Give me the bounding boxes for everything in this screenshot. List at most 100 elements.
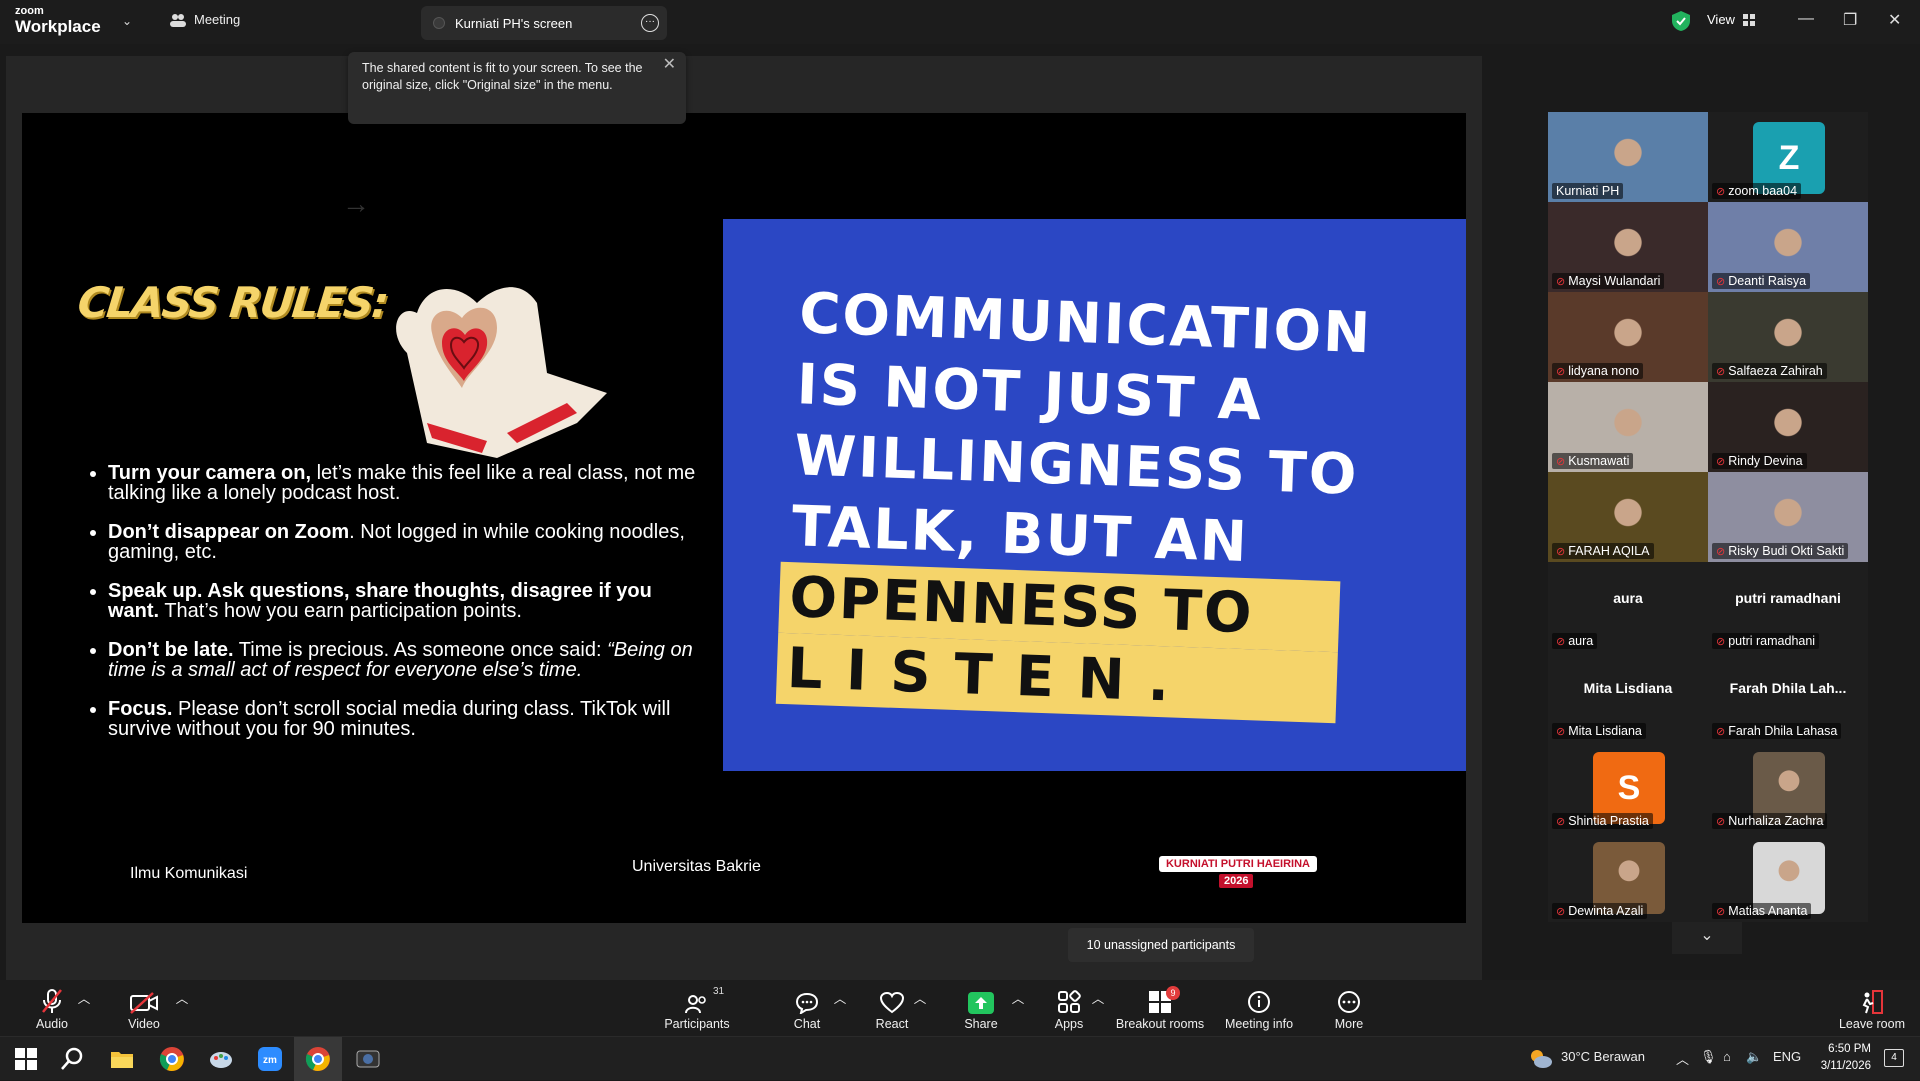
restore-icon[interactable]: ❐ bbox=[1843, 10, 1857, 30]
participant-tile[interactable]: ⊘ Salfaeza Zahirah bbox=[1708, 292, 1868, 382]
participant-tile[interactable]: ⊘ Kusmawati bbox=[1548, 382, 1708, 472]
participant-name-label: ⊘ zoom baa04 bbox=[1712, 183, 1802, 199]
mic-muted-icon: ⊘ bbox=[1556, 365, 1566, 378]
participant-name-label: ⊘ Shintia Prastia bbox=[1552, 813, 1653, 829]
view-button[interactable]: View bbox=[1707, 12, 1755, 27]
participant-name-label: ⊘ Rindy Devina bbox=[1712, 453, 1807, 469]
communication-quote: COMMUNICATION IS NOT JUST A WILLINGNESS … bbox=[775, 278, 1420, 725]
participant-name-label: Kurniati PH bbox=[1552, 183, 1624, 199]
mic-muted-icon: ⊘ bbox=[1556, 545, 1566, 558]
weather-cloud-icon[interactable] bbox=[1528, 1046, 1554, 1072]
meeting-toolbar: Audio ︿ Video ︿ Participants 31 Chat ︿ R… bbox=[0, 980, 1920, 1036]
windows-start-icon[interactable] bbox=[13, 1046, 39, 1072]
participant-tile[interactable]: ⊘ Risky Budi Okti Sakti bbox=[1708, 472, 1868, 562]
participant-tile[interactable]: ⊘ Rindy Devina bbox=[1708, 382, 1868, 472]
participant-tile[interactable]: Z ⊘ zoom baa04 bbox=[1708, 112, 1868, 202]
more-options-icon[interactable]: ··· bbox=[641, 14, 659, 32]
shared-screen-area: → CLASS RULES: Turn your camera on, let’… bbox=[6, 56, 1482, 980]
zoom-app-icon[interactable]: zm bbox=[257, 1046, 283, 1072]
zoom-workplace-logo[interactable]: zoom Workplace bbox=[15, 6, 101, 36]
paint-app-icon[interactable] bbox=[208, 1046, 234, 1072]
presentation-slide: → CLASS RULES: Turn your camera on, let’… bbox=[22, 113, 1466, 923]
chrome-icon[interactable] bbox=[159, 1046, 185, 1072]
leave-room-button[interactable]: Leave room bbox=[1832, 988, 1912, 1031]
participant-display-name: aura bbox=[1613, 590, 1643, 606]
mic-muted-icon: ⊘ bbox=[1556, 635, 1566, 648]
participants-icon bbox=[685, 995, 706, 1014]
weather-text[interactable]: 30°C Berawan bbox=[1561, 1049, 1645, 1064]
windows-taskbar: zm 30°C Berawan ︿ 🎙 ⌂ 🔈 ENG 6:50 PM 3/11… bbox=[0, 1036, 1920, 1081]
video-options-caret-icon[interactable]: ︿ bbox=[142, 988, 222, 1007]
participant-tile[interactable]: ⊘ Nurhaliza Zachra bbox=[1708, 742, 1868, 832]
shared-screen-tab[interactable]: Kurniati PH's screen ··· bbox=[421, 6, 667, 40]
rule-item: Don’t be late. Time is precious. As some… bbox=[108, 640, 698, 680]
author-badge: KURNIATI PUTRI HAEIRINA 2026 bbox=[1159, 856, 1317, 888]
participant-tile[interactable]: aura ⊘ aura bbox=[1548, 562, 1708, 652]
participant-tile[interactable]: Kurniati PH bbox=[1548, 112, 1708, 202]
more-dots-icon bbox=[1338, 991, 1360, 1013]
mic-muted-icon: ⊘ bbox=[1716, 815, 1726, 828]
participant-name-label: ⊘ lidyana nono bbox=[1552, 363, 1644, 379]
footer-university: Universitas Bakrie bbox=[632, 858, 761, 875]
participant-tile[interactable]: Mita Lisdiana ⊘ Mita Lisdiana bbox=[1548, 652, 1708, 742]
participant-name-label: ⊘ FARAH AQILA bbox=[1552, 543, 1654, 559]
mic-muted-icon: ⊘ bbox=[1716, 725, 1726, 738]
participant-display-name: Farah Dhila Lah... bbox=[1729, 680, 1847, 696]
svg-text:zm: zm bbox=[263, 1055, 277, 1066]
participant-name-label: ⊘ Maysi Wulandari bbox=[1552, 273, 1665, 289]
participants-button[interactable]: Participants 31 bbox=[657, 986, 737, 1031]
participant-tile[interactable]: ⊘ Maysi Wulandari bbox=[1548, 202, 1708, 292]
close-tooltip-icon[interactable]: ✕ bbox=[663, 56, 676, 73]
breakout-rooms-button[interactable]: Breakout rooms 9 bbox=[1108, 986, 1212, 1031]
language-indicator[interactable]: ENG bbox=[1773, 1049, 1801, 1064]
rule-item: Speak up. Ask questions, share thoughts,… bbox=[108, 581, 698, 621]
participant-tile[interactable]: putri ramadhani ⊘ putri ramadhani bbox=[1708, 562, 1868, 652]
chrome-icon[interactable] bbox=[305, 1046, 331, 1072]
participant-name-label: ⊘ Kusmawati bbox=[1552, 453, 1634, 469]
meeting-tab[interactable]: Meeting bbox=[170, 12, 240, 27]
unassigned-participants-tooltip: 10 unassigned participants bbox=[1068, 928, 1254, 962]
notifications-icon[interactable]: 4 bbox=[1884, 1049, 1904, 1067]
camera-app-icon[interactable] bbox=[355, 1046, 381, 1072]
chevron-down-icon[interactable]: ⌄ bbox=[122, 14, 132, 28]
network-icon[interactable]: ⌂ bbox=[1723, 1049, 1731, 1064]
participants-icon bbox=[170, 13, 186, 27]
minimize-icon[interactable]: — bbox=[1798, 10, 1814, 28]
mic-muted-icon: ⊘ bbox=[1716, 635, 1726, 648]
microphone-tray-icon[interactable]: 🎙 bbox=[1700, 1049, 1717, 1065]
class-rules-list: Turn your camera on, let’s make this fee… bbox=[108, 463, 698, 758]
participant-name-label: ⊘ Risky Budi Okti Sakti bbox=[1712, 543, 1849, 559]
participant-tile[interactable]: ⊘ Matias Ananta bbox=[1708, 832, 1868, 922]
participant-tile[interactable]: ⊘ Deanti Raisya bbox=[1708, 202, 1868, 292]
rule-item: Focus. Please don’t scroll social media … bbox=[108, 699, 698, 739]
mic-muted-icon: ⊘ bbox=[1556, 725, 1566, 738]
participant-display-name: putri ramadhani bbox=[1735, 590, 1841, 606]
class-rules-heading: CLASS RULES: bbox=[75, 278, 390, 327]
mic-muted-icon: ⊘ bbox=[1716, 545, 1726, 558]
rule-item: Turn your camera on, let’s make this fee… bbox=[108, 463, 698, 503]
file-explorer-icon[interactable] bbox=[109, 1046, 135, 1072]
breakout-badge: 9 bbox=[1166, 986, 1180, 1000]
system-clock[interactable]: 6:50 PM 3/11/2026 bbox=[1815, 1041, 1871, 1075]
info-icon bbox=[1248, 991, 1270, 1013]
search-icon[interactable] bbox=[59, 1046, 85, 1072]
title-bar: zoom Workplace ⌄ Meeting Kurniati PH's s… bbox=[0, 0, 1920, 44]
volume-icon[interactable]: 🔈 bbox=[1746, 1049, 1762, 1065]
gallery-scroll-down-icon[interactable]: ⌄ bbox=[1672, 922, 1742, 954]
participant-name-label: ⊘ Mita Lisdiana bbox=[1552, 723, 1646, 739]
tray-chevron-icon[interactable]: ︿ bbox=[1676, 1049, 1689, 1068]
close-icon[interactable]: ✕ bbox=[1888, 10, 1901, 30]
participant-tile[interactable]: ⊘ FARAH AQILA bbox=[1548, 472, 1708, 562]
footer-department: Ilmu Komunikasi bbox=[130, 865, 248, 882]
more-button[interactable]: More bbox=[1309, 988, 1389, 1031]
participant-tile[interactable]: ⊘ lidyana nono bbox=[1548, 292, 1708, 382]
arrow-decoration-icon: → bbox=[342, 188, 370, 219]
mic-muted-icon: ⊘ bbox=[1716, 275, 1726, 288]
participant-count: 31 bbox=[713, 986, 725, 997]
security-shield-icon[interactable] bbox=[1672, 11, 1690, 31]
participant-tile[interactable]: Farah Dhila Lah... ⊘ Farah Dhila Lahasa bbox=[1708, 652, 1868, 742]
participant-tile[interactable]: ⊘ Dewinta Azali bbox=[1548, 832, 1708, 922]
leave-door-icon bbox=[1862, 990, 1883, 1014]
participant-tile[interactable]: S ⊘ Shintia Prastia bbox=[1548, 742, 1708, 832]
meeting-info-button[interactable]: Meeting info bbox=[1219, 988, 1299, 1031]
